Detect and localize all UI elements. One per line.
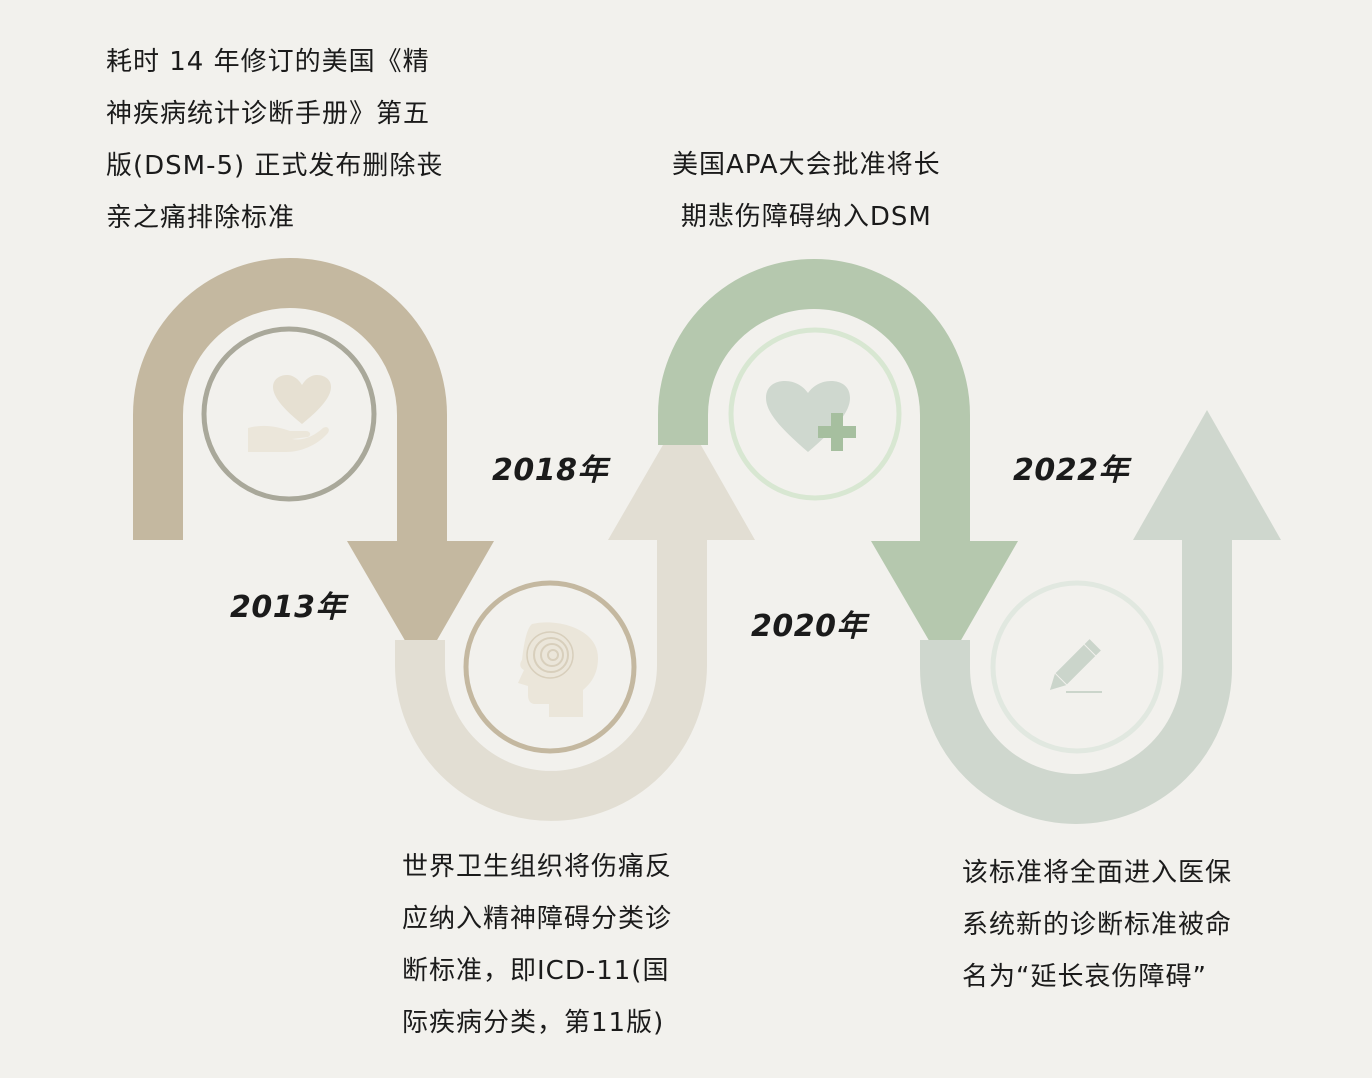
description-line: 世界卫生组织将伤痛反 — [402, 852, 673, 882]
year-label-2018: 2018年 — [492, 453, 608, 488]
description-line: 系统新的诊断标准被命 — [962, 910, 1233, 940]
description-line: 际疾病分类，第11版) — [402, 1008, 665, 1038]
year-label-2022: 2022年 — [1013, 453, 1129, 488]
year-label-2020: 2020年 — [751, 609, 867, 644]
description-line: 期悲伤障碍纳入DSM — [680, 202, 932, 232]
head-spiral-icon — [518, 622, 598, 717]
description-line: 版(DSM-5) 正式发布删除丧 — [106, 151, 444, 181]
description-line: 美国APA大会批准将长 — [672, 150, 941, 180]
milestone-2018-description: 世界卫生组织将伤痛反 应纳入精神障碍分类诊 断标准，即ICD-11(国 际疾病分… — [402, 841, 672, 1049]
heart-in-hand-icon — [248, 375, 331, 452]
description-line: 断标准，即ICD-11(国 — [402, 956, 670, 986]
year-label-2013: 2013年 — [230, 590, 346, 625]
description-line: 应纳入精神障碍分类诊 — [402, 904, 673, 934]
circle-2013 — [201, 326, 377, 502]
milestone-2013-description: 耗时 14 年修订的美国《精 神疾病统计诊断手册》第五 版(DSM-5) 正式发… — [106, 36, 443, 244]
description-line: 耗时 14 年修订的美国《精 — [106, 47, 430, 77]
milestone-2022-description: 该标准将全面进入医保 系统新的诊断标准被命 名为“延长哀伤障碍” — [962, 847, 1232, 1003]
description-line: 亲之痛排除标准 — [106, 203, 296, 233]
milestone-2020-description: 美国APA大会批准将长 期悲伤障碍纳入DSM — [672, 139, 941, 243]
description-line: 神疾病统计诊断手册》第五 — [106, 99, 431, 129]
heart-plus-icon — [766, 381, 856, 452]
description-line: 名为“延长哀伤障碍” — [962, 962, 1207, 992]
description-line: 该标准将全面进入医保 — [962, 858, 1233, 888]
pencil-icon — [1049, 639, 1102, 693]
